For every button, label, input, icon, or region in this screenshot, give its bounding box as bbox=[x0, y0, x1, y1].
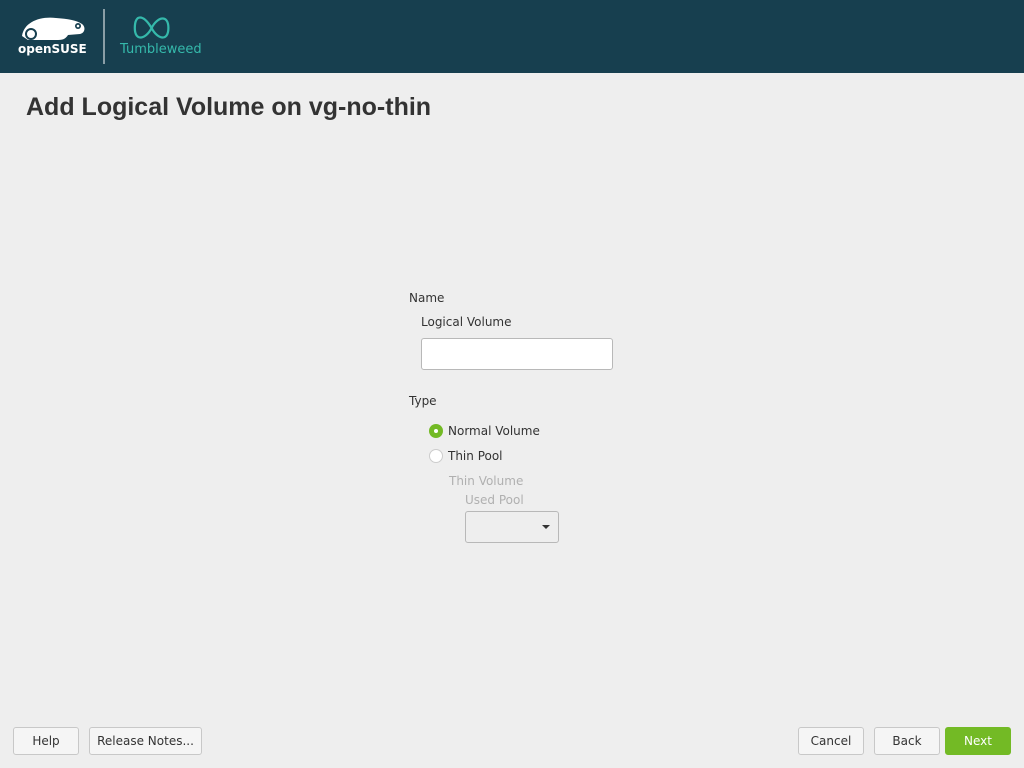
back-button[interactable]: Back bbox=[874, 727, 940, 755]
name-label: Name bbox=[409, 291, 445, 305]
divider bbox=[103, 9, 105, 64]
release-notes-button[interactable]: Release Notes... bbox=[89, 727, 202, 755]
type-label: Type bbox=[409, 394, 437, 408]
logical-volume-label: Logical Volume bbox=[421, 315, 512, 329]
logical-volume-input[interactable] bbox=[421, 338, 613, 370]
product-text: Tumbleweed bbox=[120, 42, 202, 57]
normal-volume-label[interactable]: Normal Volume bbox=[448, 424, 540, 438]
cancel-button[interactable]: Cancel bbox=[798, 727, 864, 755]
used-pool-label: Used Pool bbox=[465, 493, 524, 507]
thin-pool-radio[interactable] bbox=[429, 449, 443, 463]
next-button[interactable]: Next bbox=[945, 727, 1011, 755]
used-pool-select[interactable] bbox=[465, 511, 559, 543]
normal-volume-radio[interactable] bbox=[429, 424, 443, 438]
brand-text: openSUSE bbox=[18, 42, 87, 56]
help-button[interactable]: Help bbox=[13, 727, 79, 755]
thin-volume-label: Thin Volume bbox=[449, 474, 524, 488]
header: openSUSE Tumbleweed bbox=[0, 0, 1024, 73]
page-title: Add Logical Volume on vg-no-thin bbox=[26, 93, 432, 121]
thin-pool-label[interactable]: Thin Pool bbox=[448, 449, 503, 463]
